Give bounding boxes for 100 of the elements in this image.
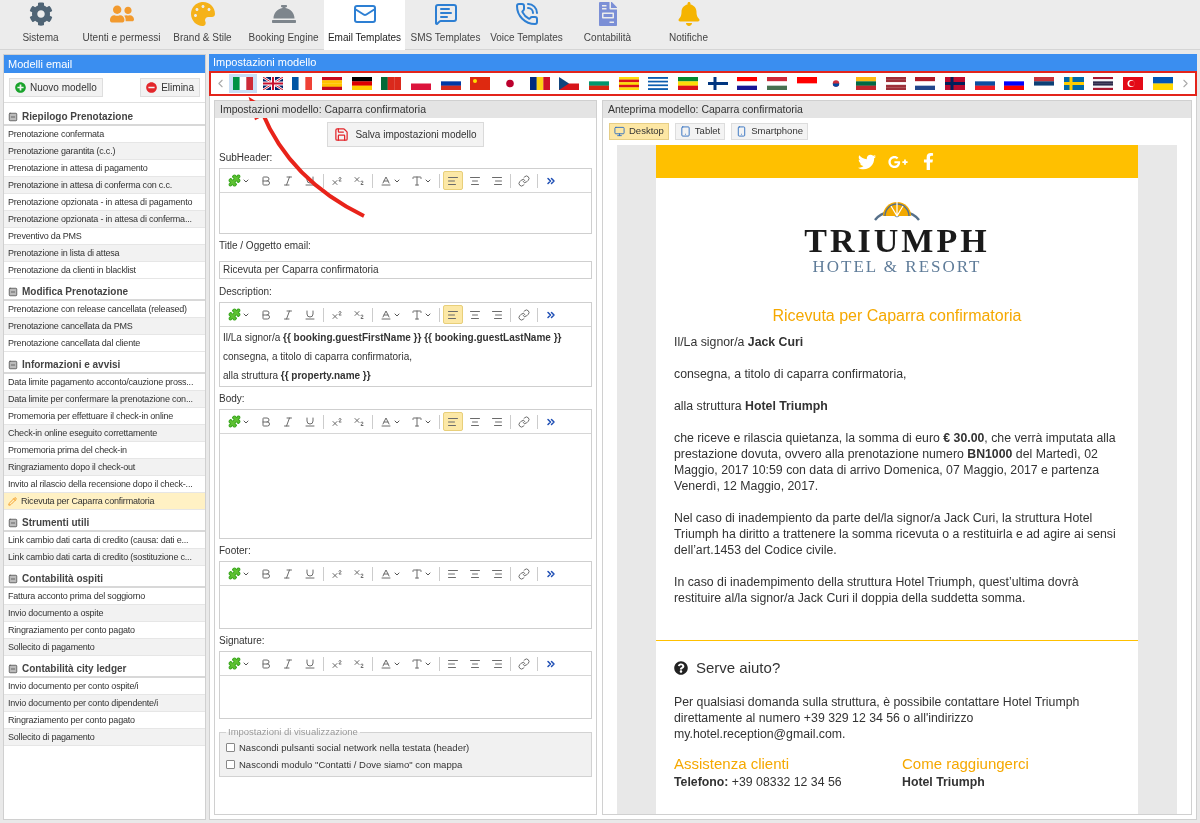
mail-icon — [352, 2, 377, 26]
email-paragraph: consegna, a titolo di caparra confirmatoria, — [674, 366, 908, 382]
flag-icon — [262, 77, 283, 90]
superscript-icon — [331, 657, 343, 670]
service-bell-icon — [271, 2, 296, 26]
link-icon — [518, 308, 530, 321]
align-left-button[interactable] — [443, 305, 463, 324]
nav-tab[interactable]: Email Templates — [324, 0, 405, 50]
template-item[interactable]: Ringraziamento dopo il check-out — [4, 459, 205, 476]
collapse-icon — [8, 573, 18, 584]
flag-icon — [559, 77, 580, 90]
nav-tab[interactable]: Brand & Stile — [162, 0, 243, 50]
superscript-icon — [331, 415, 343, 428]
field-label: Footer: — [219, 544, 252, 558]
field-label: Title / Oggetto email: — [219, 239, 312, 253]
email-paragraph: Nel caso di inadempiento da parte del/la signor/a Jack Curi, la struttura Hotel Triumph ha diritto a trattenere la somma ricevuta o a restituirla e ad agire ai sensi dell’art.1453 del Codice civile. — [674, 510, 1117, 558]
template-item[interactable]: Invio documento per conto dipendente/i — [4, 695, 205, 712]
palette-icon — [190, 2, 215, 26]
align-left-button[interactable] — [443, 171, 463, 190]
align-center-icon — [469, 174, 481, 187]
template-item[interactable]: Check-in online eseguito correttamente — [4, 425, 205, 442]
template-item[interactable]: Link cambio dati carta di credito (sostituzione c... — [4, 549, 205, 566]
flag-icon — [1063, 77, 1084, 90]
template-item[interactable]: Ricevuta per Caparra confirmatoria — [4, 493, 205, 510]
nav-tab[interactable]: Contabilità — [567, 0, 648, 50]
align-left-icon — [447, 567, 459, 580]
puzzle-icon — [228, 567, 241, 580]
pencil-icon — [8, 496, 17, 506]
template-item[interactable]: Invio documento a ospite — [4, 605, 205, 622]
bell-icon — [676, 2, 701, 26]
rich-text-editor[interactable] — [219, 168, 592, 234]
flag-icon — [351, 77, 372, 90]
device-tab[interactable]: Smartphone — [731, 123, 808, 140]
nav-tab[interactable]: Notifiche — [648, 0, 729, 50]
template-item[interactable]: Data limite per confermare la prenotazione con... — [4, 391, 205, 408]
nav-tab[interactable]: Sistema — [0, 0, 81, 50]
gear-icon — [28, 2, 53, 26]
nav-tab[interactable]: Voice Templates — [486, 0, 567, 50]
minus-icon — [146, 82, 158, 93]
save-button[interactable]: Salva impostazioni modello — [327, 122, 484, 147]
align-center-icon — [469, 308, 481, 321]
delete-button[interactable]: Elimina — [140, 78, 200, 97]
collapse-icon — [8, 286, 18, 297]
align-left-button[interactable] — [443, 412, 463, 431]
field-label: Signature: — [219, 634, 266, 648]
flag-icon — [885, 77, 906, 90]
panel-header: Impostazioni modello: Caparra confirmatoria — [215, 101, 596, 118]
text-format-icon — [380, 415, 392, 428]
email-paragraph: che riceve e rilascia quietanza, la somma di euro € 30.00, che verrà imputata alla prestazione dovuta, ovvero alla prenotazione numero BN1000 del Martedì, 02 Maggio, 2017 10:59 con data di arrivo Domenica, 07 Maggio, 2017 e partenza Venerdì, 12 Maggio, 2017. — [674, 430, 1117, 494]
device-tab[interactable]: Desktop — [609, 123, 669, 140]
template-item[interactable]: Prenotazione in attesa di conferma con c.c. — [4, 177, 205, 194]
checkbox[interactable] — [226, 743, 235, 753]
flag-icon — [707, 77, 728, 90]
panel-title: Modelli email — [4, 55, 205, 73]
puzzle-icon — [228, 415, 241, 428]
plus-icon — [15, 82, 26, 93]
underline-icon — [304, 415, 316, 428]
underline-icon — [304, 567, 316, 580]
floppy-icon — [334, 127, 350, 142]
template-item[interactable]: Sollecito di pagamento — [4, 639, 205, 656]
checkbox-label: Nascondi modulo "Contatti / Dove siamo" con mappa — [239, 757, 463, 772]
add-button[interactable]: Nuovo modello — [9, 78, 103, 97]
nav-tab[interactable]: Booking Engine — [243, 0, 324, 50]
device-tab[interactable]: Tablet — [674, 123, 726, 140]
underline-icon — [304, 657, 316, 670]
message-icon — [433, 2, 458, 26]
rich-text-editor[interactable]: Il/La signor/a {{ booking.guestFirstName }} {{ booking.guestLastName }} consegna, a titolo di caparra confirmatoria, alla struttura {{ property.name }} — [219, 302, 592, 387]
link-icon — [518, 567, 530, 580]
subscript-icon — [353, 308, 365, 321]
italic-icon — [282, 567, 294, 580]
nav-tab[interactable]: SMS Templates — [405, 0, 486, 50]
flag-icon — [856, 77, 877, 90]
contact-line: Telefono: +39 08332 12 34 56 — [674, 773, 843, 790]
align-right-icon — [491, 567, 503, 580]
align-left-icon — [447, 415, 459, 428]
logo-name: TRIUMPH — [804, 224, 990, 258]
checkbox-label: Nascondi pulsanti social network nella testata (header) — [239, 740, 470, 755]
flag-icon — [470, 77, 491, 90]
editor-text: Il/La signor/a {{ booking.guestFirstName }} {{ booking.guestLastName }} — [223, 331, 563, 345]
template-item[interactable]: Prenotazione in lista di attesa — [4, 245, 205, 262]
align-center-icon — [469, 567, 481, 580]
text-format-icon — [380, 567, 392, 580]
template-item[interactable]: Sollecito di pagamento — [4, 729, 205, 746]
template-item[interactable]: Prenotazione cancellata da PMS — [4, 318, 205, 335]
template-item[interactable]: Prenotazione garantita (c.c.) — [4, 143, 205, 160]
flag-icon — [1152, 77, 1173, 90]
underline-icon — [304, 174, 316, 187]
text-style-icon — [411, 415, 423, 428]
italic-icon — [282, 174, 294, 187]
input-field[interactable]: Ricevuta per Caparra confirmatoria — [219, 260, 592, 279]
subscript-icon — [353, 657, 365, 670]
email-paragraph: In caso di inadempimento della struttura Hotel Triumph, quest’ultima dovrà restituire al/la signor/a Jack Curi il doppia della suddetta somma. — [674, 574, 1080, 606]
checkbox[interactable] — [226, 760, 235, 770]
flag-icon — [618, 77, 639, 90]
flag-icon — [737, 77, 758, 90]
nav-tab[interactable]: Utenti e permessi — [81, 0, 162, 50]
template-item[interactable]: Prenotazione opzionata - in attesa di conferma... — [4, 211, 205, 228]
flag-icon — [678, 77, 699, 90]
text-format-icon — [380, 308, 392, 321]
text-style-icon — [411, 567, 423, 580]
